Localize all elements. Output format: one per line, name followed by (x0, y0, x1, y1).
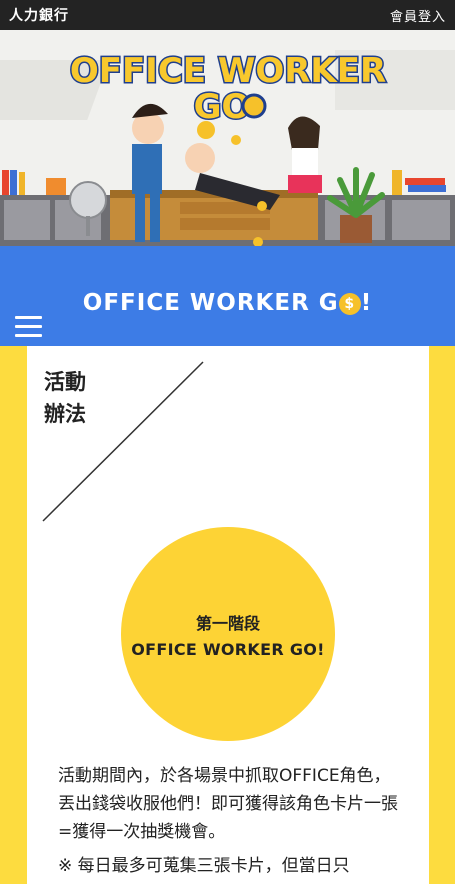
stage-name: OFFICE WORKER GO! (131, 639, 325, 659)
content-card: 活動 辦法 第一階段 OFFICE WORKER GO! 活動期間內，於各場景中… (27, 346, 429, 884)
login-link[interactable]: 會員登入 (390, 6, 446, 25)
banner-title: OFFICE WORKER G $! (82, 290, 373, 316)
top-bar: 人力銀行 會員登入 (0, 0, 455, 30)
dollar-coin-icon: $ (338, 293, 361, 315)
brand-logo[interactable]: 人力銀行 (9, 5, 69, 25)
section-title: 活動 辦法 (44, 370, 86, 426)
stage-circle: 第一階段 OFFICE WORKER GO! (121, 527, 335, 741)
logo-line1: OFFICE WORKER (70, 51, 386, 91)
activity-description: 活動期間內，於各場景中抓取OFFICE角色，丟出錢袋收服他們！即可獲得該角色卡片… (58, 766, 398, 842)
stage-label: 第一階段 (195, 613, 260, 633)
office-scene-illustration: OFFICE WORKER GO (0, 30, 455, 246)
activity-note: ※ 每日最多可蒐集三張卡片，但當日只 (58, 856, 350, 876)
hamburger-menu-icon[interactable] (15, 316, 42, 338)
hero-illustration: OFFICE WORKER GO (0, 30, 455, 246)
title-banner: OFFICE WORKER G $! (0, 246, 455, 346)
